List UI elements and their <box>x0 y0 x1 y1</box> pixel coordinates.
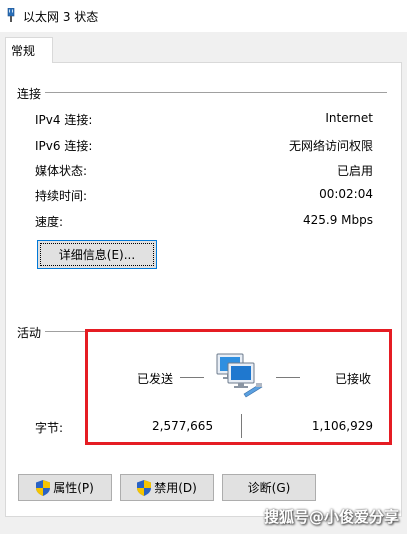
activity-section-title: 活动 <box>17 326 42 340</box>
details-button-label: 详细信息(E)... <box>58 248 136 262</box>
tab-general[interactable]: 常规 <box>5 37 53 63</box>
disable-button[interactable]: 禁用(D) <box>120 474 214 501</box>
diagnose-button-label: 诊断(G) <box>247 481 291 495</box>
properties-button[interactable]: 属性(P) <box>18 474 112 501</box>
sent-connector-line <box>180 377 204 378</box>
tab-general-label: 常规 <box>11 44 36 58</box>
disable-button-label: 禁用(D) <box>154 481 197 495</box>
speed-label: 速度: <box>35 215 64 229</box>
media-state-value: 已启用 <box>336 164 373 178</box>
watermark-text: 搜狐号@小俊爱分享 <box>263 508 399 526</box>
connection-separator <box>45 92 387 93</box>
received-connector-line <box>276 377 300 378</box>
received-label: 已接收 <box>335 372 372 386</box>
activity-separator <box>45 331 85 332</box>
speed-value: 425.9 Mbps <box>302 213 373 227</box>
sent-label: 已发送 <box>137 372 174 386</box>
status-dialog: 以太网 3 状态 常规 连接 IPv4 连接: Internet IPv6 连接… <box>0 0 407 534</box>
bytes-sent-value: 2,577,665 <box>152 419 214 433</box>
tab-panel-general <box>5 62 402 517</box>
connection-section-title: 连接 <box>17 87 42 101</box>
network-computers-icon <box>216 353 263 398</box>
media-state-label: 媒体状态: <box>35 164 88 178</box>
ipv4-label: IPv4 连接: <box>35 113 93 127</box>
ipv6-label: IPv6 连接: <box>35 139 93 153</box>
details-button[interactable]: 详细信息(E)... <box>37 240 157 269</box>
uac-shield-icon <box>36 479 51 496</box>
bytes-received-value: 1,106,929 <box>311 419 373 433</box>
ipv6-value: 无网络访问权限 <box>288 139 373 153</box>
bytes-label: 字节: <box>35 421 64 435</box>
diagnose-button[interactable]: 诊断(G) <box>222 474 316 501</box>
ethernet-connector-icon <box>7 8 15 22</box>
duration-value: 00:02:04 <box>319 187 373 201</box>
bytes-divider <box>241 414 242 438</box>
uac-shield-icon <box>137 479 152 496</box>
title-bar: 以太网 3 状态 <box>0 0 407 32</box>
ipv4-value: Internet <box>325 111 373 125</box>
window-title: 以太网 3 状态 <box>23 10 99 24</box>
duration-label: 持续时间: <box>35 189 88 203</box>
properties-button-label: 属性(P) <box>53 481 94 495</box>
